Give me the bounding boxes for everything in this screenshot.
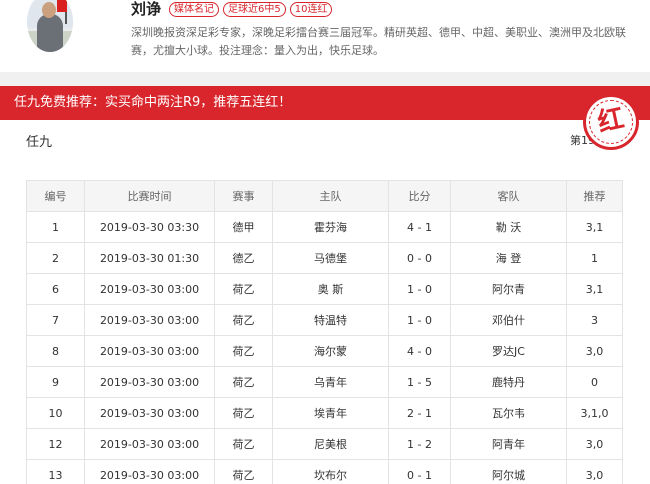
tag-media-reporter: 媒体名记: [169, 2, 219, 17]
league: 荷乙: [214, 459, 273, 484]
away-team[interactable]: 罗达JC: [450, 335, 567, 367]
match-number: 1: [26, 211, 85, 243]
home-team[interactable]: 奥 斯: [272, 273, 389, 305]
match-number: 13: [26, 459, 85, 484]
home-team[interactable]: 海尔蒙: [272, 335, 389, 367]
table-row: 6 2019-03-30 03:00 荷乙奥 斯1 - 0 阿尔青 3,1: [26, 273, 623, 305]
match-number: 8: [26, 335, 85, 367]
table-row: 7 2019-03-30 03:00 荷乙 特温特 1 - 0 邓伯什 3: [26, 304, 623, 336]
home-team[interactable]: 坎布尔: [272, 459, 389, 484]
col-header-home: 主队: [272, 180, 389, 212]
home-team[interactable]: 马德堡: [272, 242, 389, 274]
col-header-pick: 推荐: [566, 180, 623, 212]
col-header-number: 编号: [26, 180, 85, 212]
score: 0 - 1: [388, 459, 451, 484]
score: 1 - 0: [388, 304, 451, 336]
away-team[interactable]: 鹿特丹: [450, 366, 567, 398]
away-team[interactable]: 瓦尔韦: [450, 397, 567, 429]
match-time: 2019-03-30 03:00: [84, 397, 215, 429]
tag-win-streak: 10连红: [289, 2, 333, 17]
home-team[interactable]: 埃青年: [272, 397, 389, 429]
score: 1 - 2: [388, 428, 451, 460]
stamp-char: 红: [595, 103, 627, 139]
match-time: 2019-03-30 03:00: [84, 459, 215, 484]
hit-stamp-icon: 红: [583, 94, 639, 150]
league: 德甲: [214, 211, 273, 243]
recommendation-title: 任九免费推荐：实买命中两注R9，推荐五连红！: [14, 95, 292, 110]
away-team[interactable]: 阿尔青: [450, 273, 567, 305]
match-number: 9: [26, 366, 85, 398]
home-team[interactable]: 尼美根: [272, 428, 389, 460]
match-number: 7: [26, 304, 85, 336]
away-team[interactable]: 勒 沃: [450, 211, 567, 243]
table-row: 9 2019-03-30 03:00 荷乙 乌青年 1 - 5 鹿特丹 0: [26, 366, 623, 398]
score: 2 - 1: [388, 397, 451, 429]
home-team[interactable]: 霍芬海: [272, 211, 389, 243]
expert-tags: 媒体名记 足球近6中5 10连红: [169, 2, 333, 17]
pick: 3,1,0: [566, 397, 623, 429]
match-time: 2019-03-30 03:30: [84, 211, 215, 243]
table-row: 2 2019-03-30 01:30 德乙 马德堡 0 - 0海 登1: [26, 242, 623, 274]
table-row: 13 2019-03-30 03:00 荷乙 坎布尔 0 - 1 阿尔城 3,0: [26, 459, 623, 484]
tag-recent-record: 足球近6中5: [223, 2, 286, 17]
pick: 0: [566, 366, 623, 398]
league: 荷乙: [214, 428, 273, 460]
pick: 3: [566, 304, 623, 336]
table-row: 12 2019-03-30 03:00 荷乙 尼美根 1 - 2 阿青年 3,0: [26, 428, 623, 460]
match-number: 2: [26, 242, 85, 274]
col-header-score: 比分: [388, 180, 451, 212]
col-header-away: 客队: [450, 180, 567, 212]
score: 4 - 0: [388, 335, 451, 367]
away-team[interactable]: 海 登: [450, 242, 567, 274]
expert-avatar[interactable]: [27, 0, 73, 52]
pick: 3,0: [566, 335, 623, 367]
match-time: 2019-03-30 03:00: [84, 304, 215, 336]
league: 荷乙: [214, 397, 273, 429]
col-header-league: 赛事: [214, 180, 273, 212]
matches-table: 编号 比赛时间 赛事 主队 比分 客队 推荐 1 2019-03-30 03:30…: [26, 180, 623, 484]
league: 德乙: [214, 242, 273, 274]
recommendation-title-bar: 任九免费推荐：实买命中两注R9，推荐五连红！: [0, 86, 650, 127]
pick: 3,0: [566, 428, 623, 460]
match-number: 6: [26, 273, 85, 305]
table-row: 1 2019-03-30 03:30 德甲 霍芬海 4 - 1勒 沃 3,1: [26, 211, 623, 243]
lottery-type: 任九: [26, 135, 53, 150]
league: 荷乙: [214, 335, 273, 367]
away-team[interactable]: 阿尔城: [450, 459, 567, 484]
match-time: 2019-03-30 03:00: [84, 366, 215, 398]
section-divider: [0, 72, 650, 86]
league: 荷乙: [214, 366, 273, 398]
table-row: 8 2019-03-30 03:00 荷乙 海尔蒙 4 - 0 罗达JC 3,0: [26, 335, 623, 367]
table-row: 10 2019-03-30 03:00 荷乙 埃青年 2 - 1 瓦尔韦 3,1,0: [26, 397, 623, 429]
league: 荷乙: [214, 273, 273, 305]
match-time: 2019-03-30 03:00: [84, 428, 215, 460]
match-time: 2019-03-30 03:00: [84, 273, 215, 305]
away-team[interactable]: 阿青年: [450, 428, 567, 460]
score: 1 - 0: [388, 273, 451, 305]
expert-name[interactable]: 刘诤: [131, 0, 161, 18]
match-time: 2019-03-30 01:30: [84, 242, 215, 274]
match-number: 12: [26, 428, 85, 460]
table-header-row: 编号 比赛时间 赛事 主队 比分 客队 推荐: [26, 180, 623, 212]
pick: 1: [566, 242, 623, 274]
score: 4 - 1: [388, 211, 451, 243]
away-team[interactable]: 邓伯什: [450, 304, 567, 336]
col-header-time: 比赛时间: [84, 180, 215, 212]
score: 1 - 5: [388, 366, 451, 398]
league: 荷乙: [214, 304, 273, 336]
match-number: 10: [26, 397, 85, 429]
match-time: 2019-03-30 03:00: [84, 335, 215, 367]
home-team[interactable]: 乌青年: [272, 366, 389, 398]
home-team[interactable]: 特温特: [272, 304, 389, 336]
pick: 3,1: [566, 273, 623, 305]
pick: 3,0: [566, 459, 623, 484]
expert-header: 刘诤 媒体名记 足球近6中5 10连红 深圳晚报资深足彩专家，深晚足彩擂台赛三届…: [0, 0, 650, 72]
expert-description: 深圳晚报资深足彩专家，深晚足彩擂台赛三届冠军。精研英超、德甲、中超、美职业、澳洲…: [131, 26, 626, 57]
score: 0 - 0: [388, 242, 451, 274]
pick: 3,1: [566, 211, 623, 243]
